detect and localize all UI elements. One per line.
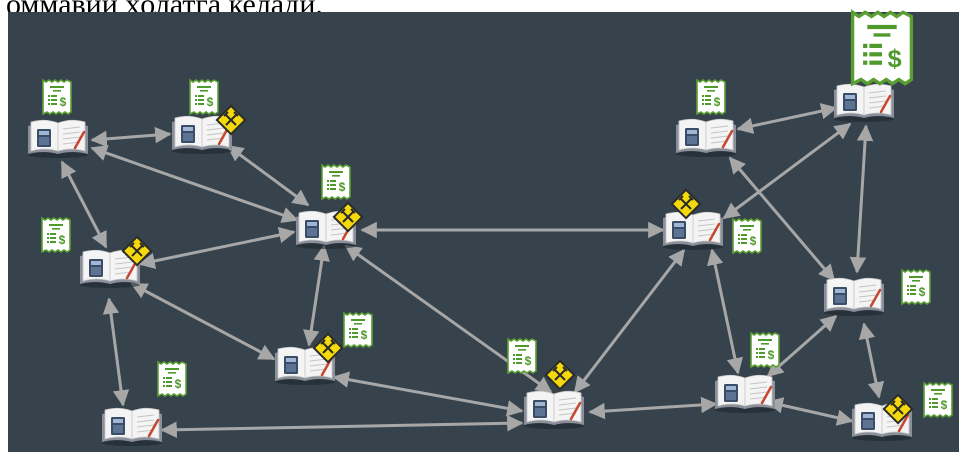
edge-k-m <box>766 397 854 426</box>
receipt-dollar-icon <box>732 218 762 254</box>
edge-i-j <box>736 103 838 134</box>
slide: оммавий ҳолатга келади. $ <box>0 0 962 452</box>
edge-h-k <box>706 248 744 375</box>
edge-c-f <box>130 282 276 361</box>
node-k[interactable] <box>713 373 777 415</box>
edge-c-d <box>138 226 296 270</box>
edge-g-h <box>573 248 686 394</box>
edge-b-d <box>226 144 310 207</box>
edge-e-g <box>160 415 524 438</box>
edge-f-g <box>332 371 524 417</box>
edge-a-b <box>90 126 172 148</box>
receipt-dollar-icon <box>189 79 219 115</box>
node-a[interactable] <box>26 118 90 160</box>
edge-c-e <box>102 297 130 407</box>
receipt-dollar-icon <box>41 217 71 253</box>
receipt-dollar-icon <box>696 79 726 115</box>
receipt-dollar-icon <box>507 338 537 374</box>
receipt-dollar-icon <box>923 382 953 418</box>
receipt-dollar-icon-large <box>850 10 914 86</box>
receipt-dollar-icon <box>343 312 373 348</box>
ledger-book-calculator-icon <box>674 117 738 159</box>
node-h[interactable] <box>661 210 725 252</box>
node-i[interactable] <box>674 117 738 159</box>
edge-j-l <box>849 124 874 274</box>
receipt-dollar-icon <box>321 164 351 200</box>
ledger-book-calculator-icon <box>832 82 896 124</box>
edge-a-d <box>90 145 299 223</box>
ledger-book-calculator-icon <box>661 210 725 252</box>
network-diagram: $ <box>26 10 953 448</box>
receipt-dollar-icon <box>901 269 931 305</box>
ledger-book-calculator-icon <box>713 373 777 415</box>
receipt-dollar-icon <box>750 332 780 368</box>
road-work-sign-icon <box>544 359 576 391</box>
ledger-book-calculator-icon <box>822 276 886 318</box>
node-e[interactable] <box>100 406 164 448</box>
ledger-book-calculator-icon <box>522 389 586 431</box>
ledger-book-calculator-icon <box>26 118 90 160</box>
ledger-book-calculator-icon <box>100 406 164 448</box>
edge-l-m <box>858 322 885 399</box>
node-g[interactable] <box>522 389 586 431</box>
receipt-dollar-icon <box>42 79 72 115</box>
edge-g-k <box>588 396 718 420</box>
edge-d-f <box>303 244 330 347</box>
node-j[interactable] <box>832 82 896 124</box>
node-l[interactable] <box>822 276 886 318</box>
receipt-dollar-icon <box>157 361 187 397</box>
